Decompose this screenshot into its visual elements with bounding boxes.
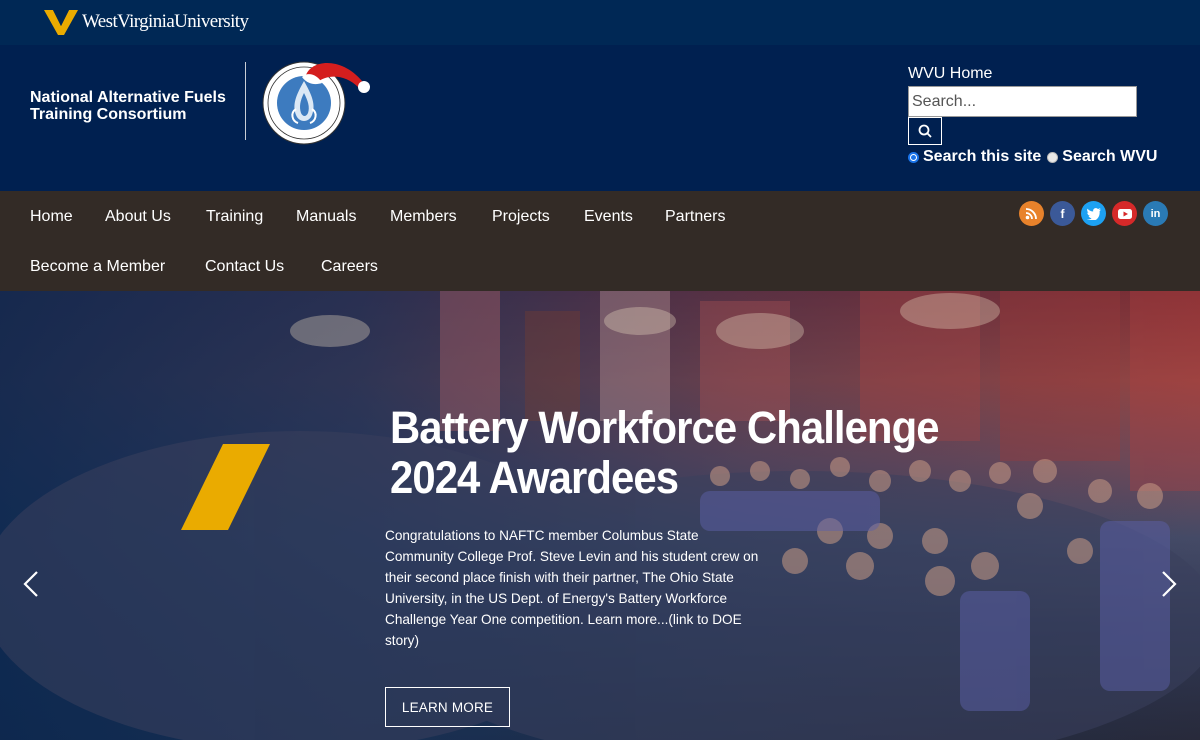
naftc-seal-logo[interactable]: [262, 61, 377, 146]
hero-title-line1: Battery Workforce Challenge: [390, 402, 939, 453]
scope-label-this-site[interactable]: Search this site: [923, 148, 1041, 166]
nav-home[interactable]: Home: [30, 208, 73, 226]
social-links: f in: [1019, 201, 1168, 226]
nav-manuals[interactable]: Manuals: [296, 208, 356, 226]
search-icon: [918, 124, 932, 138]
nav-members[interactable]: Members: [390, 208, 457, 226]
carousel-next-arrow[interactable]: [1160, 569, 1178, 607]
gold-accent-slash: [181, 444, 270, 530]
hero-background-photo: [0, 291, 1200, 740]
nav-about-us[interactable]: About Us: [105, 208, 171, 226]
chevron-left-icon: [23, 571, 38, 597]
rss-icon[interactable]: [1019, 201, 1044, 226]
nav-partners[interactable]: Partners: [665, 208, 725, 226]
nav-contact-us[interactable]: Contact Us: [205, 258, 284, 276]
wvu-logo-link[interactable]: WestVirginiaUniversity: [44, 8, 249, 36]
site-name-line2: Training Consortium: [30, 106, 187, 123]
learn-more-button[interactable]: LEARN MORE: [385, 687, 510, 727]
header-divider: [245, 62, 246, 140]
facebook-icon[interactable]: f: [1050, 201, 1075, 226]
site-name-line1: National Alternative Fuels: [30, 89, 226, 106]
wvu-home-link[interactable]: WVU Home: [908, 65, 992, 83]
hero-description: Congratulations to NAFTC member Columbus…: [385, 528, 759, 648]
site-header: National Alternative Fuels Training Cons…: [0, 45, 1200, 191]
scope-radio-this-site[interactable]: [908, 151, 919, 163]
wvu-flying-wv-icon: [44, 10, 78, 35]
wvu-top-bar: WestVirginiaUniversity: [0, 0, 1200, 45]
nav-careers[interactable]: Careers: [321, 258, 378, 276]
site-name[interactable]: National Alternative Fuels Training Cons…: [30, 89, 245, 123]
twitter-icon[interactable]: [1081, 201, 1106, 226]
chevron-right-icon: [1162, 571, 1177, 597]
carousel-prev-arrow[interactable]: [22, 569, 40, 607]
hero-title-line2: 2024 Awardees: [390, 452, 679, 503]
nav-projects[interactable]: Projects: [492, 208, 550, 226]
hero-title: Battery Workforce Challenge 2024 Awardee…: [390, 403, 995, 503]
youtube-icon[interactable]: [1112, 201, 1137, 226]
nav-training[interactable]: Training: [206, 208, 263, 226]
wvu-wordmark: WestVirginiaUniversity: [82, 11, 249, 32]
hero-carousel: Battery Workforce Challenge 2024 Awardee…: [0, 291, 1200, 740]
search-input[interactable]: [908, 86, 1137, 117]
nav-events[interactable]: Events: [584, 208, 633, 226]
nav-become-a-member[interactable]: Become a Member: [30, 258, 165, 276]
search-button[interactable]: [908, 117, 942, 145]
scope-radio-wvu[interactable]: [1047, 151, 1059, 163]
scope-label-wvu[interactable]: Search WVU: [1062, 148, 1157, 166]
linkedin-icon[interactable]: in: [1143, 201, 1168, 226]
search-scope-group: Search this site Search WVU: [908, 148, 1163, 166]
